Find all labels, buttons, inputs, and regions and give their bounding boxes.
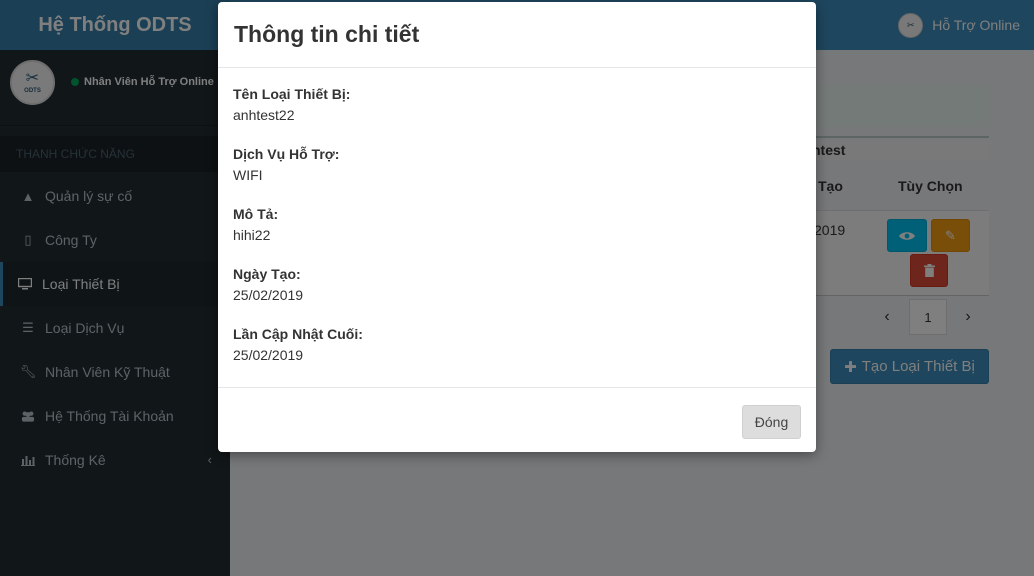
field-label: Tên Loại Thiết Bị: bbox=[233, 86, 351, 102]
field-created-date: Ngày Tạo: 25/02/2019 bbox=[233, 266, 801, 304]
field-value: 25/02/2019 bbox=[233, 347, 304, 363]
field-value: WIFI bbox=[233, 167, 263, 183]
field-label: Ngày Tạo: bbox=[233, 266, 301, 282]
details-modal: Thông tin chi tiết Tên Loại Thiết Bị: an… bbox=[218, 2, 816, 452]
field-value: 25/02/2019 bbox=[233, 287, 304, 303]
modal-footer: Đóng bbox=[218, 387, 816, 452]
field-label: Dịch Vụ Hỗ Trợ: bbox=[233, 146, 340, 162]
field-device-type-name: Tên Loại Thiết Bị: anhtest22 bbox=[233, 86, 801, 124]
modal-title: Thông tin chi tiết bbox=[234, 21, 420, 47]
field-value: hihi22 bbox=[233, 227, 271, 243]
field-description: Mô Tả: hihi22 bbox=[233, 206, 801, 244]
field-label: Mô Tả: bbox=[233, 206, 279, 222]
field-label: Lần Cập Nhật Cuối: bbox=[233, 326, 363, 342]
field-last-updated: Lần Cập Nhật Cuối: 25/02/2019 bbox=[233, 326, 801, 364]
modal-header: Thông tin chi tiết bbox=[218, 2, 816, 68]
field-support-service: Dịch Vụ Hỗ Trợ: WIFI bbox=[233, 146, 801, 184]
field-value: anhtest22 bbox=[233, 107, 295, 123]
close-button[interactable]: Đóng bbox=[742, 405, 801, 439]
